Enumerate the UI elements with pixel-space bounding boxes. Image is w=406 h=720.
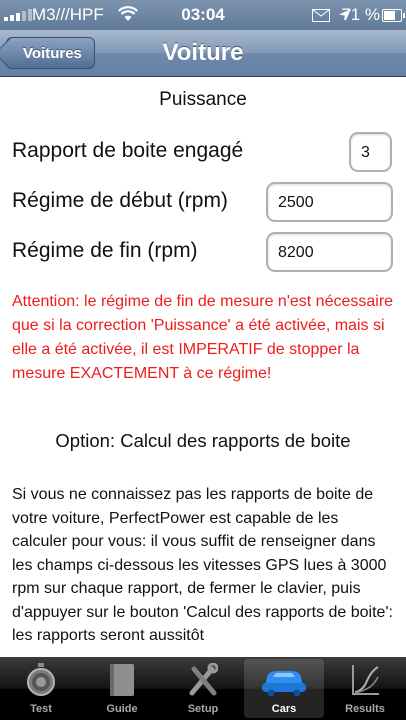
- back-button-label: Voitures: [23, 45, 82, 62]
- end-rpm-input[interactable]: 8200: [266, 232, 393, 272]
- warning-text: Attention: le régime de fin de mesure n'…: [12, 293, 394, 382]
- status-bar: M3///HPF 03:04 71 %: [0, 0, 406, 30]
- tab-results-label: Results: [345, 703, 385, 715]
- tab-test[interactable]: Test: [1, 659, 81, 718]
- battery-icon: [382, 9, 405, 22]
- gear-input[interactable]: 3: [349, 132, 392, 172]
- chart-icon: [350, 663, 380, 697]
- car-icon: [259, 663, 309, 697]
- tab-bar: Test Guide Setup Cars Results: [0, 657, 406, 720]
- settings-content[interactable]: Puissance Rapport de boite engagé 3 Régi…: [0, 77, 406, 657]
- battery-percentage: 71 %: [341, 5, 380, 24]
- gear-ratio-explanation: Si vous ne connaissez pas les rapports d…: [12, 486, 393, 644]
- section-title-power: Puissance: [159, 89, 247, 110]
- tab-guide[interactable]: Guide: [82, 659, 162, 718]
- back-button[interactable]: Voitures: [6, 37, 95, 69]
- tools-icon: [188, 662, 219, 697]
- tab-cars-label: Cars: [271, 703, 297, 715]
- stopwatch-icon: [26, 663, 56, 697]
- tab-setup-label: Setup: [187, 703, 219, 715]
- tab-guide-label: Guide: [106, 703, 138, 715]
- tab-results[interactable]: Results: [325, 659, 405, 718]
- section-title-gear-ratios: Option: Calcul des rapports de boite: [55, 430, 351, 451]
- mail-icon: [312, 7, 330, 27]
- navigation-bar: Voiture Voitures: [0, 30, 406, 77]
- gear-label: Rapport de boite engagé: [12, 139, 244, 162]
- book-icon: [107, 663, 137, 697]
- tab-setup[interactable]: Setup: [163, 659, 243, 718]
- start-rpm-input[interactable]: 2500: [266, 182, 393, 222]
- end-rpm-label: Régime de fin (rpm): [12, 239, 198, 262]
- tab-test-label: Test: [30, 703, 52, 715]
- start-rpm-label: Régime de début (rpm): [12, 189, 228, 212]
- tab-cars[interactable]: Cars: [244, 659, 324, 718]
